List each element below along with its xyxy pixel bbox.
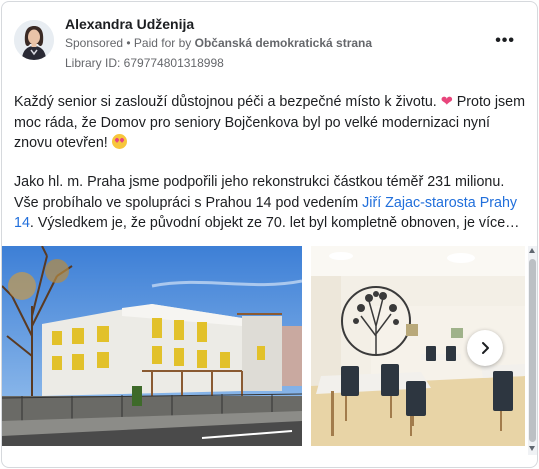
heart-eyes-emoji-icon xyxy=(111,134,127,149)
heart-emoji-icon: ❤ xyxy=(440,94,453,110)
scrollbar-thumb[interactable] xyxy=(529,259,536,442)
advertiser-name[interactable]: Alexandra Udženija xyxy=(65,16,194,32)
sponsored-meta: Sponsored • Paid for by Občanská demokra… xyxy=(65,36,372,50)
scroll-up-arrow-icon[interactable] xyxy=(529,248,535,253)
library-id: Library ID: 679774801318998 xyxy=(65,56,224,70)
carousel-image-1[interactable] xyxy=(2,246,302,446)
post-paragraph-1: Každý senior si zaslouží důstojnou péči … xyxy=(14,92,526,154)
paid-for-prefix: • Paid for by xyxy=(123,36,195,50)
chevron-right-icon xyxy=(482,342,489,354)
sponsored-label: Sponsored xyxy=(65,36,124,50)
post-text-1a: Každý senior si zaslouží důstojnou péči … xyxy=(14,94,441,110)
paid-for-by[interactable]: Občanská demokratická strana xyxy=(195,36,372,50)
avatar[interactable] xyxy=(14,20,54,60)
post-paragraph-2: Jako hl. m. Praha jsme podpořili jeho re… xyxy=(14,172,526,234)
post-text-2b: . Výsledkem je, že původní objekt ze 70.… xyxy=(29,215,520,231)
more-options-icon[interactable]: ••• xyxy=(495,32,515,50)
scroll-down-arrow-icon[interactable] xyxy=(529,446,535,451)
carousel-next-button[interactable] xyxy=(467,330,503,366)
ad-card: Alexandra Udženija Sponsored • Paid for … xyxy=(1,1,538,468)
